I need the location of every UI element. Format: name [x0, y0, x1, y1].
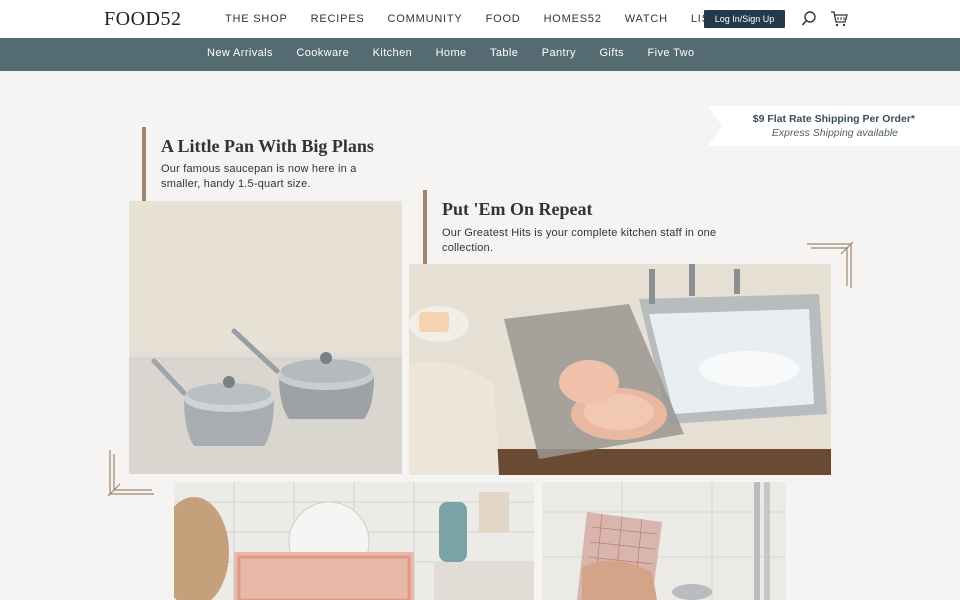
decorative-corner-ornament — [106, 448, 156, 498]
login-signup-button[interactable]: Log In/Sign Up — [704, 10, 785, 28]
category-kitchen[interactable]: Kitchen — [373, 47, 413, 59]
shipping-sub-text: Express Shipping available — [771, 127, 898, 139]
category-cookware[interactable]: Cookware — [296, 47, 349, 59]
category-five-two[interactable]: Five Two — [648, 47, 695, 59]
nav-item-community[interactable]: COMMUNITY — [388, 13, 463, 25]
category-gifts[interactable]: Gifts — [599, 47, 624, 59]
nav-item-watch[interactable]: WATCH — [625, 13, 668, 25]
kitchen-sink-collection-image[interactable] — [409, 264, 831, 475]
feature-description: Our famous saucepan is now here in a sma… — [161, 163, 357, 190]
feature-title[interactable]: Put 'Em On Repeat — [442, 199, 593, 220]
feature-description: Our Greatest Hits is your complete kitch… — [442, 227, 717, 254]
decorative-corner-ornament — [805, 240, 855, 290]
top-header: FOOD52 THE SHOP RECIPES COMMUNITY FOOD H… — [0, 0, 960, 38]
dish-rack-image[interactable] — [174, 482, 534, 600]
cleaning-cloth-image[interactable] — [542, 482, 786, 600]
brand-logo[interactable]: FOOD52 — [104, 8, 181, 31]
search-icon[interactable] — [800, 10, 818, 28]
category-pantry[interactable]: Pantry — [542, 47, 576, 59]
nav-item-homes52[interactable]: HOMES52 — [544, 13, 602, 25]
feature-title[interactable]: A Little Pan With Big Plans — [161, 136, 374, 157]
category-home[interactable]: Home — [436, 47, 467, 59]
nav-item-recipes[interactable]: RECIPES — [311, 13, 365, 25]
cart-icon[interactable] — [830, 10, 848, 28]
main-nav: THE SHOP RECIPES COMMUNITY FOOD HOMES52 … — [225, 13, 757, 25]
saucepan-product-image[interactable] — [129, 201, 402, 474]
category-table[interactable]: Table — [490, 47, 518, 59]
category-new-arrivals[interactable]: New Arrivals — [207, 47, 273, 59]
shipping-banner[interactable]: $9 Flat Rate Shipping Per Order* Express… — [708, 106, 960, 146]
shipping-main-text: $9 Flat Rate Shipping Per Order* — [752, 113, 915, 125]
nav-item-the-shop[interactable]: THE SHOP — [225, 13, 288, 25]
category-nav: New Arrivals Cookware Kitchen Home Table… — [0, 38, 960, 71]
nav-item-food[interactable]: FOOD — [486, 13, 521, 25]
